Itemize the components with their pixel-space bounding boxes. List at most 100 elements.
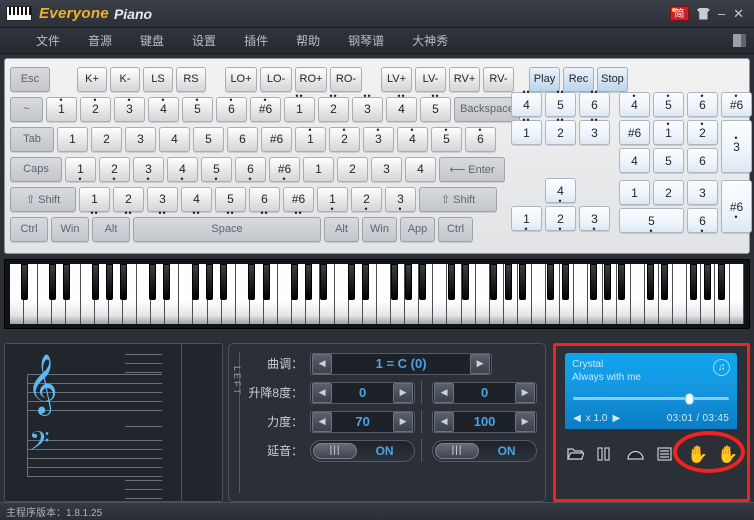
piano-black-key[interactable]	[390, 264, 398, 300]
key-tab-8[interactable]: 2 •	[329, 126, 360, 152]
piano-black-key[interactable]	[291, 264, 299, 300]
key-cluster[interactable]: 2 •	[545, 206, 576, 233]
octave-left-stepper[interactable]: ◀ 0 ▶	[310, 381, 416, 404]
key-shift-8[interactable]: 2 •	[351, 186, 382, 214]
menu-item-file[interactable]: 文件	[22, 28, 74, 53]
piano-black-key[interactable]	[63, 264, 71, 300]
key-caps-1[interactable]: 2 •	[99, 156, 130, 184]
piano-white-key[interactable]	[574, 264, 589, 324]
piano-black-key[interactable]	[518, 264, 526, 300]
key-ro+[interactable]: RO+	[295, 66, 327, 92]
key-shift-left[interactable]: ⇧ Shift	[10, 186, 76, 212]
octave-right-prev-button[interactable]: ◀	[434, 382, 455, 403]
key-alt-right[interactable]: Alt	[324, 216, 359, 242]
piano-black-key[interactable]	[404, 264, 412, 300]
velocity-left-stepper[interactable]: ◀ 70 ▶	[310, 410, 416, 433]
piano-white-key[interactable]	[673, 264, 688, 324]
piano-black-key[interactable]	[561, 264, 569, 300]
progress-slider-handle[interactable]	[685, 393, 695, 405]
key-num-10[interactable]: 4 ••	[386, 92, 417, 122]
key-k+[interactable]: K+	[77, 66, 107, 92]
menu-item-settings[interactable]: 设置	[178, 28, 230, 53]
tune-prev-button[interactable]: ◀	[312, 353, 333, 374]
key-cluster[interactable]: 3 ••	[579, 115, 610, 145]
key-np-r1-1[interactable]: 5 •	[653, 91, 684, 117]
piano-black-key[interactable]	[305, 264, 313, 300]
key-tab-10[interactable]: 4 •	[397, 126, 428, 152]
piano-black-key[interactable]	[106, 264, 114, 300]
key-shift-right[interactable]: ⇧ Shift	[419, 186, 497, 212]
piano-white-key[interactable]	[729, 264, 744, 324]
key-cluster[interactable]: 1 •	[511, 206, 542, 233]
piano-black-key[interactable]	[618, 264, 626, 300]
key-np-r3-2[interactable]: 6	[687, 148, 718, 173]
key-np-r3-1[interactable]: 5	[653, 148, 684, 173]
key-np-r2-2[interactable]: 2 •	[687, 119, 718, 145]
piano-black-key[interactable]	[419, 264, 427, 300]
key-np-r3-0[interactable]: 4	[619, 148, 650, 173]
piano-black-key[interactable]	[262, 264, 270, 300]
key-stop[interactable]: Stop	[597, 66, 628, 92]
open-folder-icon[interactable]	[567, 447, 585, 462]
key-rec[interactable]: Rec	[563, 66, 594, 92]
key-caps-6[interactable]: #6 •	[269, 156, 300, 184]
piano-keyboard[interactable]	[4, 259, 750, 329]
key-space[interactable]: Space	[133, 216, 321, 242]
key-ls[interactable]: LS	[143, 66, 173, 92]
key-np-r2-0[interactable]: #6	[619, 120, 650, 145]
key-lo+[interactable]: LO+	[225, 66, 257, 92]
key-alt-left[interactable]: Alt	[92, 216, 130, 242]
piano-black-key[interactable]	[646, 264, 654, 300]
sustain-right-toggle[interactable]: ||| ON	[432, 439, 538, 462]
velocity-left-next-button[interactable]: ▶	[393, 411, 414, 432]
menu-item-show[interactable]: 大神秀	[398, 28, 462, 53]
tune-next-button[interactable]: ▶	[470, 353, 491, 374]
key-ro-[interactable]: RO-	[330, 66, 362, 92]
key-tilde[interactable]: ~	[10, 96, 43, 122]
menu-item-soundsource[interactable]: 音源	[74, 28, 126, 53]
key-tab[interactable]: Tab	[10, 126, 54, 152]
menu-item-keyboard[interactable]: 键盘	[126, 28, 178, 53]
key-shift-5[interactable]: 6 ••	[249, 186, 280, 218]
key-caps-2[interactable]: 3 •	[133, 156, 164, 184]
right-hand-icon[interactable]: ✋	[717, 446, 738, 463]
piano-black-key[interactable]	[49, 264, 57, 300]
key-tab-6[interactable]: #6	[261, 126, 292, 152]
piano-white-key[interactable]	[278, 264, 293, 324]
key-tab-12[interactable]: 6 •	[465, 126, 496, 152]
key-num-11[interactable]: 5 ••	[420, 92, 451, 122]
key-caps-7[interactable]: 1	[303, 156, 334, 182]
key-caps-5[interactable]: 6 •	[235, 156, 266, 184]
key-np-r4-2[interactable]: 3	[687, 180, 718, 205]
skin-icon[interactable]	[696, 7, 710, 20]
key-rv+[interactable]: RV+	[449, 66, 480, 92]
speed-prev-button[interactable]: ◀	[573, 413, 581, 424]
piano-white-key[interactable]	[475, 264, 490, 324]
pause-icon[interactable]	[597, 446, 614, 462]
key-lv-[interactable]: LV-	[415, 66, 446, 92]
velocity-left-prev-button[interactable]: ◀	[312, 411, 333, 432]
left-hand-icon[interactable]: ✋	[687, 446, 708, 463]
key-lv+[interactable]: LV+	[381, 66, 412, 92]
piano-black-key[interactable]	[604, 264, 612, 300]
key-np-r1-2[interactable]: 6 •	[687, 91, 718, 117]
key-np-r1-3[interactable]: #6 •	[721, 91, 752, 117]
key-cluster[interactable]: 5 ••	[545, 87, 576, 117]
key-caps-10[interactable]: 4	[405, 156, 436, 182]
key-cluster[interactable]: 6 ••	[579, 87, 610, 117]
key-caps-4[interactable]: 5 •	[201, 156, 232, 184]
velocity-right-prev-button[interactable]: ◀	[434, 411, 455, 432]
key-num-3[interactable]: 4 •	[148, 96, 179, 122]
close-button[interactable]: ✕	[733, 6, 744, 22]
key-shift-7[interactable]: 1 •	[317, 186, 348, 214]
key-shift-0[interactable]: 1 ••	[79, 186, 110, 218]
piano-keys[interactable]	[10, 264, 744, 324]
progress-slider[interactable]	[573, 393, 730, 405]
piano-black-key[interactable]	[718, 264, 726, 300]
sustain-left-toggle[interactable]: ||| ON	[310, 439, 416, 462]
menu-item-sheetmusic[interactable]: 钢琴谱	[334, 28, 398, 53]
key-tab-0[interactable]: 1	[57, 126, 88, 152]
piano-black-key[interactable]	[205, 264, 213, 300]
key-shift-3[interactable]: 4 ••	[181, 186, 212, 218]
key-caps-3[interactable]: 4 •	[167, 156, 198, 184]
